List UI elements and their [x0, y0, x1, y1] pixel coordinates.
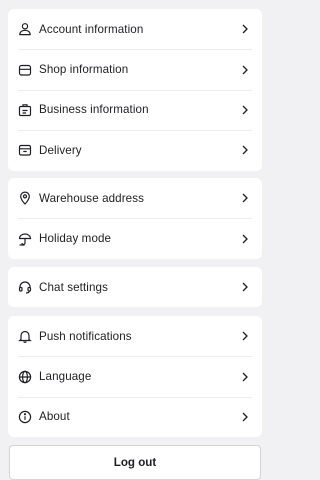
menu-item-business-information[interactable]: Business information [8, 89, 262, 130]
menu-item-language[interactable]: Language [8, 356, 262, 396]
info-icon [18, 410, 32, 424]
chevron-right-icon [240, 23, 250, 35]
chevron-right-icon [240, 144, 250, 156]
chevron-right-icon [240, 411, 250, 423]
menu-item-chat-settings[interactable]: Chat settings [8, 267, 262, 307]
settings-group-general: Push notifications Language About [8, 316, 262, 438]
headset-icon [18, 280, 32, 294]
settings-group-warehouse: Warehouse address Holiday mode [8, 178, 262, 259]
menu-item-delivery[interactable]: Delivery [8, 130, 262, 170]
menu-item-about[interactable]: About [8, 396, 262, 437]
menu-item-label: Shop information [39, 63, 129, 77]
menu-item-label: Business information [39, 103, 149, 117]
chevron-right-icon [240, 281, 250, 293]
settings-group-account: Account information Shop information Bus… [8, 9, 262, 171]
menu-item-push-notifications[interactable]: Push notifications [8, 316, 262, 356]
menu-item-label: Holiday mode [39, 232, 112, 246]
bell-icon [18, 329, 32, 344]
menu-item-label: Push notifications [39, 329, 132, 343]
delivery-box-icon [18, 143, 32, 157]
chevron-right-icon [240, 233, 250, 245]
settings-group-chat: Chat settings [8, 267, 262, 308]
store-icon [18, 63, 32, 77]
menu-item-label: Chat settings [39, 280, 108, 294]
chevron-right-icon [240, 330, 250, 342]
menu-item-warehouse-address[interactable]: Warehouse address [8, 178, 262, 218]
globe-icon [18, 370, 32, 384]
chevron-right-icon [240, 192, 250, 204]
menu-item-account-information[interactable]: Account information [8, 9, 262, 49]
beach-umbrella-icon [18, 232, 32, 246]
menu-item-holiday-mode[interactable]: Holiday mode [8, 218, 262, 258]
menu-item-label: Language [39, 370, 92, 384]
chevron-right-icon [240, 64, 250, 76]
menu-item-label: Delivery [39, 143, 82, 157]
settings-page: Account information Shop information Bus… [0, 0, 270, 480]
chevron-right-icon [240, 104, 250, 116]
logout-button[interactable]: Log out [9, 445, 261, 480]
menu-item-label: About [39, 410, 70, 424]
briefcase-icon [18, 103, 32, 117]
menu-item-shop-information[interactable]: Shop information [8, 49, 262, 89]
menu-item-label: Account information [39, 22, 144, 36]
menu-item-label: Warehouse address [39, 191, 145, 205]
chevron-right-icon [240, 371, 250, 383]
location-pin-icon [18, 191, 32, 206]
user-icon [18, 22, 32, 36]
